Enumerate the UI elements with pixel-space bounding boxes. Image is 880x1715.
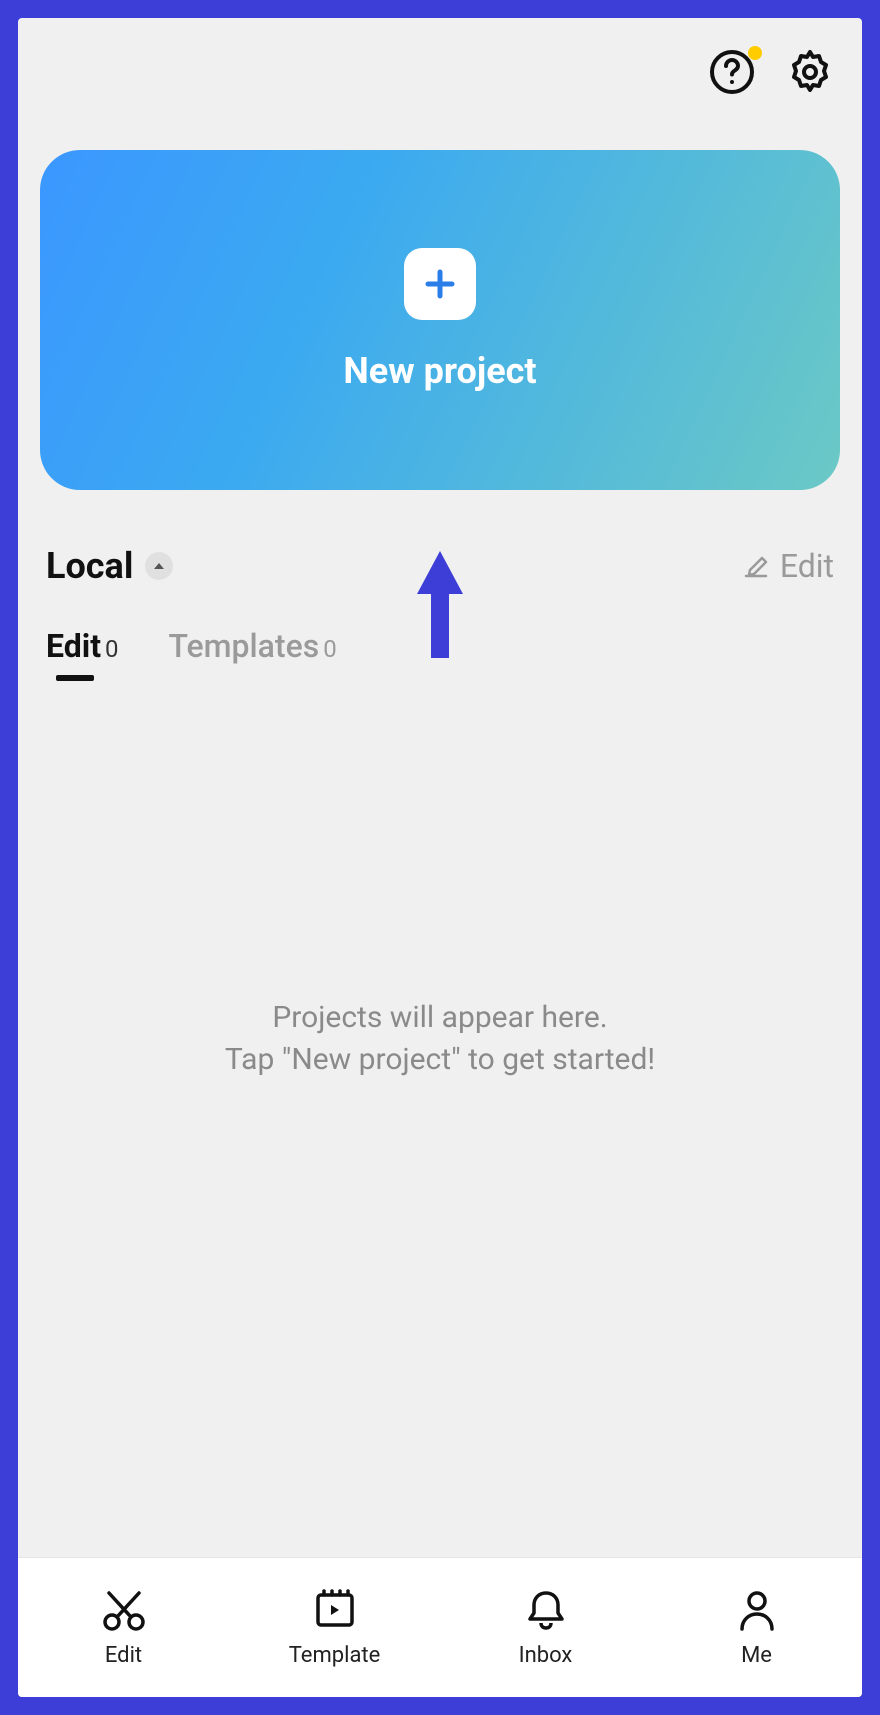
chevron-up-icon <box>145 552 173 580</box>
tabs-row: Edit 0 Templates 0 <box>46 627 834 677</box>
settings-icon[interactable] <box>786 48 834 100</box>
tab-templates[interactable]: Templates 0 <box>169 627 337 677</box>
local-label: Local <box>46 545 133 587</box>
local-header-row: Local Edit <box>46 545 834 587</box>
bell-icon <box>523 1587 569 1637</box>
nav-label: Edit <box>105 1643 142 1668</box>
nav-label: Inbox <box>519 1643 573 1668</box>
notification-dot <box>748 46 762 60</box>
nav-edit[interactable]: Edit <box>18 1587 229 1668</box>
edit-action-button[interactable]: Edit <box>742 547 834 585</box>
local-dropdown[interactable]: Local <box>46 545 173 587</box>
person-icon <box>734 1587 780 1637</box>
empty-line-1: Projects will appear here. <box>272 997 607 1039</box>
nav-me[interactable]: Me <box>651 1587 862 1668</box>
help-icon[interactable] <box>708 48 756 100</box>
nav-label: Me <box>741 1643 772 1668</box>
template-icon <box>312 1587 358 1637</box>
nav-inbox[interactable]: Inbox <box>440 1587 651 1668</box>
new-project-button[interactable]: New project <box>40 150 840 490</box>
empty-line-2: Tap "New project" to get started! <box>225 1039 655 1081</box>
scissors-icon <box>101 1587 147 1637</box>
tab-label: Templates <box>169 627 320 665</box>
new-project-label: New project <box>343 350 536 392</box>
nav-template[interactable]: Template <box>229 1587 440 1668</box>
tab-label: Edit <box>46 627 101 665</box>
empty-state: Projects will appear here. Tap "New proj… <box>18 997 862 1557</box>
nav-label: Template <box>289 1643 381 1668</box>
tab-count: 0 <box>323 635 337 663</box>
top-icons-row <box>18 18 862 110</box>
edit-action-label: Edit <box>780 547 834 585</box>
tab-edit[interactable]: Edit 0 <box>46 627 119 677</box>
app-frame: New project Local Edit Edit 0 Templates … <box>18 18 862 1697</box>
tab-count: 0 <box>105 635 119 663</box>
bottom-nav: Edit Template Inbox <box>18 1557 862 1697</box>
plus-icon <box>404 248 476 320</box>
